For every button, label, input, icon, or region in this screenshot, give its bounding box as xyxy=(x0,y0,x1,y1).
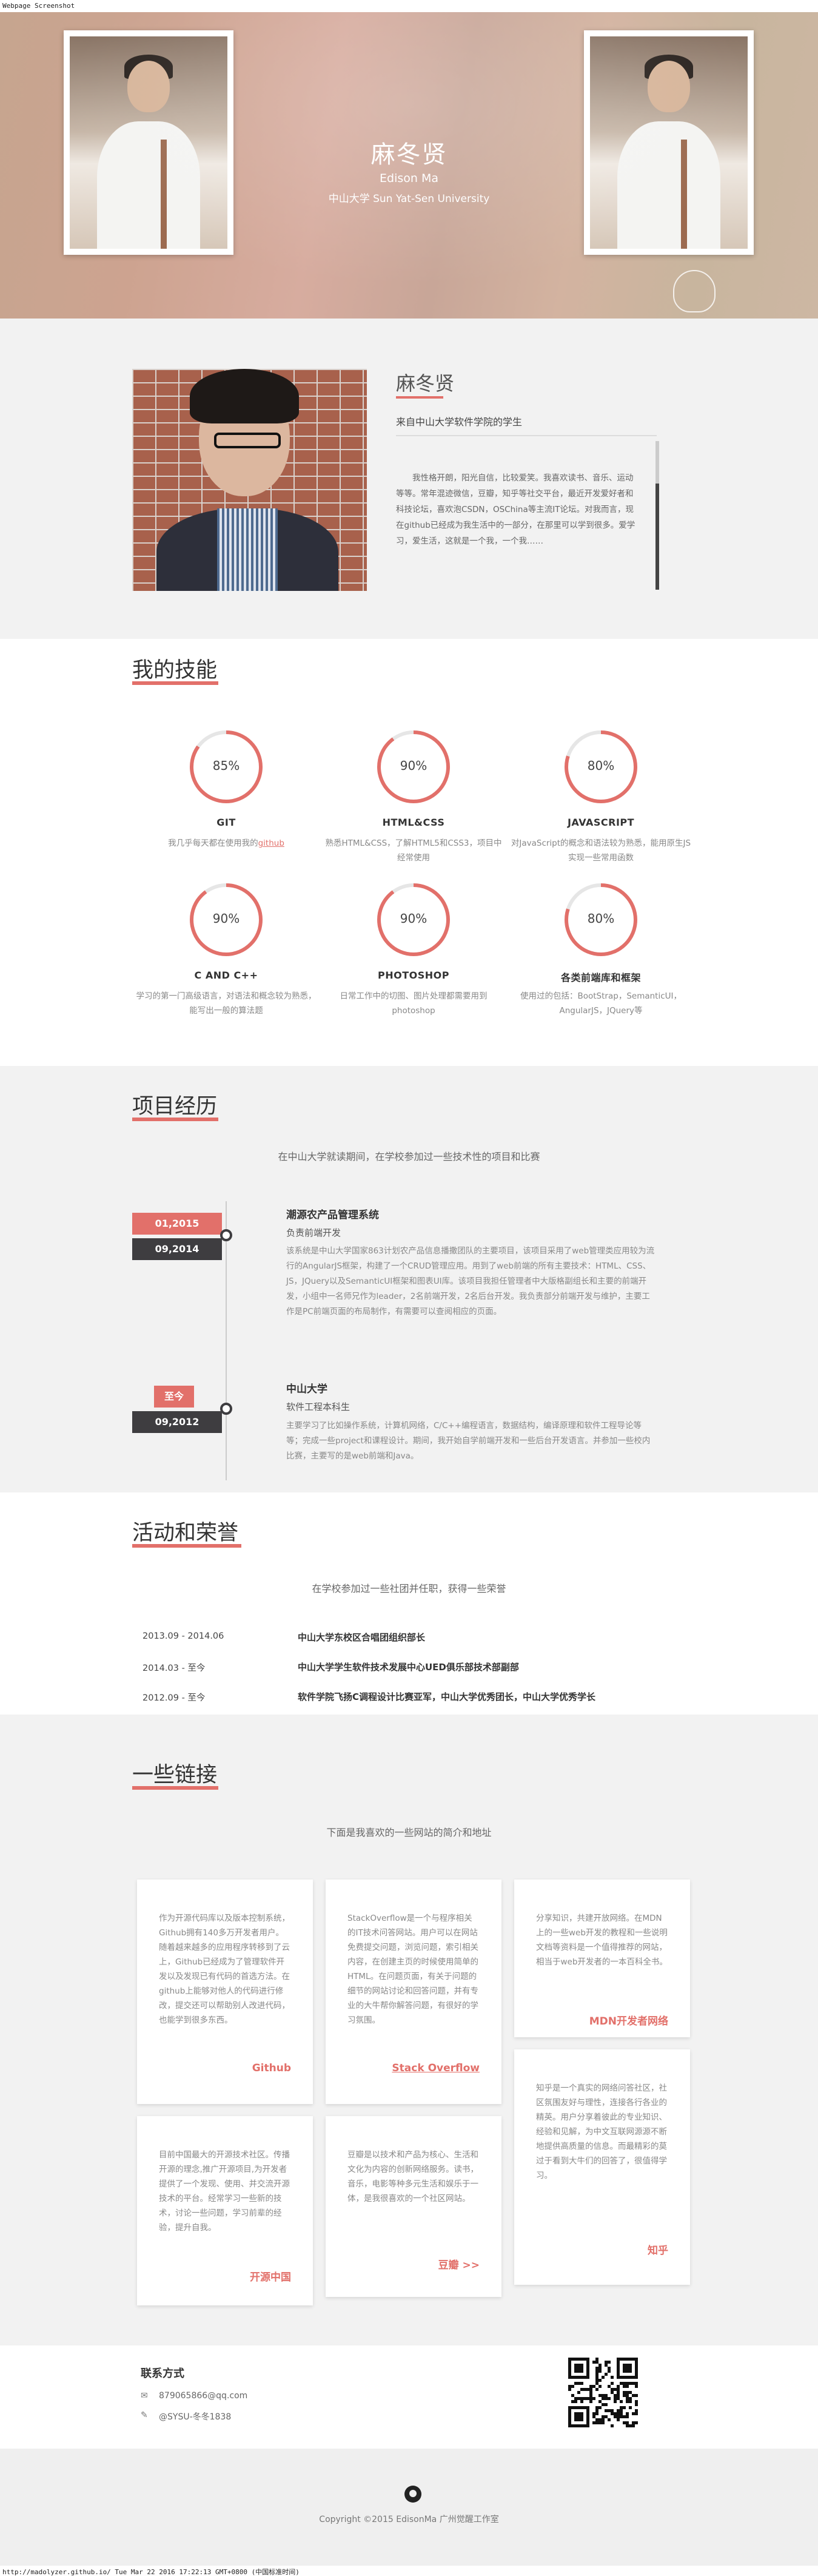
link-card: 目前中国最大的开源技术社区。传播开源的理念,推广开源项目,为开发者提供了一个发现… xyxy=(137,2116,313,2305)
skill-description-text: 日常工作中的切图、图片处理都需要用到photoshop xyxy=(340,991,488,1016)
skill-description-text: 对JavaScript的概念和语法较为熟悉，能用原生JS实现一些常用函数 xyxy=(511,838,691,863)
link-card: 作为开源代码库以及版本控制系统，Github拥有140多万开发者用户。随着越来越… xyxy=(137,1880,313,2104)
skill-name: HTML&CSS xyxy=(382,817,445,828)
skill-name: 各类前端库和框架 xyxy=(560,972,641,983)
projects-subtitle: 在中山大学就读期间，在学校参加过一些技术性的项目和比赛 xyxy=(278,1151,540,1162)
project-title: 潮源农产品管理系统 xyxy=(286,1209,379,1221)
timeline-dot xyxy=(220,1229,232,1241)
mail-icon: ✉ xyxy=(141,2391,148,2401)
skill-description-text: 熟悉HTML&CSS，了解HTML5和CSS3，项目中经常使用 xyxy=(325,838,502,863)
skill-description-text: 使用过的包括：BootStrap，SemanticUI，AngularJS，JQ… xyxy=(520,991,682,1016)
link-card: StackOverflow是一个与程序相关的IT技术问答网站。用户可以在网站免费… xyxy=(326,1880,501,2104)
skill-percent: 90% xyxy=(212,911,240,926)
link-card-text: 目前中国最大的开源技术社区。传播开源的理念,推广开源项目,为开发者提供了一个发现… xyxy=(159,2150,290,2233)
link-card-text: 分享知识，共建开放网络。在MDN上的一些web开发的教程和一些说明文档等资料是一… xyxy=(536,1913,668,1967)
skill-description: 熟悉HTML&CSS，了解HTML5和CSS3，项目中经常使用 xyxy=(323,836,505,865)
links-title-underline xyxy=(132,1786,218,1790)
qr-code xyxy=(568,2358,638,2427)
project-description: 该系统是中山大学国家863计划农产品信息播撒团队的主要项目，该项目采用了web管… xyxy=(286,1246,655,1317)
skill-description: 学习的第一门高级语言，对语法和概念较为熟悉，能写出一般的算法题 xyxy=(135,989,317,1018)
skills-title-underline xyxy=(132,681,218,685)
project-title: 中山大学 xyxy=(286,1383,327,1395)
skill-name: GIT xyxy=(216,817,236,828)
weibo-icon: ✎ xyxy=(141,2410,148,2420)
about-name-underline xyxy=(396,396,443,399)
skill-description: 使用过的包括：BootStrap，SemanticUI，AngularJS，JQ… xyxy=(510,989,692,1018)
github-icon[interactable] xyxy=(404,2486,421,2503)
project-date-start: 至今 xyxy=(154,1386,194,1408)
project-date-end: 09,2012 xyxy=(132,1411,222,1433)
link-mdn[interactable]: MDN开发者网络 xyxy=(589,2012,668,2028)
skill-description-text: 学习的第一门高级语言，对语法和概念较为熟悉，能写出一般的算法题 xyxy=(136,991,317,1016)
skill-description: 对JavaScript的概念和语法较为熟悉，能用原生JS实现一些常用函数 xyxy=(510,836,692,865)
project-role: 负责前端开发 xyxy=(286,1227,341,1238)
divider xyxy=(396,435,657,436)
contact-title: 联系方式 xyxy=(141,2367,184,2380)
hero-english-name: Edison Ma xyxy=(380,172,438,185)
link-zhihu[interactable]: 知乎 xyxy=(648,2242,668,2257)
link-card-text: 作为开源代码库以及版本控制系统，Github拥有140多万开发者用户。随着越来越… xyxy=(159,1913,290,2025)
activities-title: 活动和荣誉 xyxy=(132,1521,239,1545)
link-card: 豆瓣是以技术和产品为核心、生活和文化为内容的创新网络服务。读书，音乐，电影等种多… xyxy=(326,2116,501,2297)
activity-text: 中山大学东校区合唱团组织部长 xyxy=(298,1632,426,1643)
link-github[interactable]: Github xyxy=(252,2062,291,2074)
skill-name: C AND C++ xyxy=(194,969,258,981)
link-oschina[interactable]: 开源中国 xyxy=(250,2268,291,2284)
footer xyxy=(0,2449,818,2566)
skill-description: 我几乎每天都在使用我的github xyxy=(135,836,317,851)
contact-email[interactable]: 879065866@qq.com xyxy=(159,2391,247,2401)
profile-photo xyxy=(132,369,367,591)
activity-text: 软件学院飞扬C调程设计比赛亚军，中山大学优秀团长，中山大学优秀学长 xyxy=(298,1691,596,1702)
skill-name: JAVASCRIPT xyxy=(567,817,635,828)
links-subtitle: 下面是我喜欢的一些网站的简介和地址 xyxy=(326,1827,492,1838)
skill-percent: 80% xyxy=(587,911,615,926)
activities-subtitle: 在学校参加过一些社团并任职，获得一些荣誉 xyxy=(312,1583,506,1594)
screenshot-status: http://madolyzer.github.io/ Tue Mar 22 2… xyxy=(0,2566,818,2576)
hero-university: 中山大学 Sun Yat-Sen University xyxy=(328,193,490,205)
skill-percent: 80% xyxy=(587,758,615,773)
activity-date: 2013.09 - 2014.06 xyxy=(142,1631,224,1641)
scrollbar-thumb[interactable] xyxy=(655,484,659,590)
project-date-end: 09,2014 xyxy=(132,1238,222,1260)
project-description: 主要学习了比如操作系统，计算机网络，C/C++编程语言，数据结构，编译原理和软件… xyxy=(286,1421,651,1461)
hero-name: 麻冬贤 xyxy=(370,141,448,169)
about-from: 来自中山大学软件学院的学生 xyxy=(396,416,523,428)
link-card: 知乎是一个真实的网络问答社区，社区氛围友好与理性，连接各行各业的精英。用户分享着… xyxy=(514,2049,690,2285)
skill-description-text: 我几乎每天都在使用我的 xyxy=(168,838,258,848)
link-card-text: StackOverflow是一个与程序相关的IT技术问答网站。用户可以在网站免费… xyxy=(347,1913,478,2025)
footer-copyright: Copyright ©2015 EdisonMa 广州觉醒工作室 xyxy=(319,2515,499,2524)
skill-description: 日常工作中的切图、图片处理都需要用到photoshop xyxy=(323,989,505,1018)
activity-text: 中山大学学生软件技术发展中心UED俱乐部技术部副部 xyxy=(298,1662,519,1673)
link-card: 分享知识，共建开放网络。在MDN上的一些web开发的教程和一些说明文档等资料是一… xyxy=(514,1880,690,2037)
activity-date: 2012.09 - 至今 xyxy=(142,1693,206,1703)
links-title: 一些链接 xyxy=(132,1763,218,1787)
about-scrollbar[interactable] xyxy=(655,441,659,590)
skill-percent: 85% xyxy=(212,758,240,773)
skill-percent: 90% xyxy=(400,911,427,926)
project-role: 软件工程本科生 xyxy=(286,1401,350,1412)
link-stackoverflow[interactable]: Stack Overflow xyxy=(392,2062,480,2074)
doodle-icon xyxy=(673,270,716,312)
timeline-dot xyxy=(220,1403,232,1415)
project-date-start: 01,2015 xyxy=(132,1213,222,1235)
skills-title: 我的技能 xyxy=(132,658,218,683)
skill-github-link[interactable]: github xyxy=(258,838,284,848)
projects-title: 项目经历 xyxy=(132,1094,218,1119)
timeline-line xyxy=(226,1201,227,1480)
skill-name: PHOTOSHOP xyxy=(378,969,449,981)
screenshot-label: Webpage Screenshot xyxy=(0,0,818,12)
about-name: 麻冬贤 xyxy=(396,372,455,395)
projects-title-underline xyxy=(132,1118,218,1121)
about-description: 我性格开朗，阳光自信，比较爱笑。我喜欢读书、音乐、运动等等。常年混迹微信，豆瓣，… xyxy=(396,473,635,546)
activities-title-underline xyxy=(132,1544,241,1548)
link-card-text: 豆瓣是以技术和产品为核心、生活和文化为内容的创新网络服务。读书，音乐，电影等种多… xyxy=(347,2150,478,2203)
activity-date: 2014.03 - 至今 xyxy=(142,1664,206,1673)
contact-weibo[interactable]: @SYSU-冬冬1838 xyxy=(159,2410,231,2423)
skill-percent: 90% xyxy=(400,758,427,773)
link-douban[interactable]: 豆瓣 >> xyxy=(438,2256,480,2271)
link-card-text: 知乎是一个真实的网络问答社区，社区氛围友好与理性，连接各行各业的精英。用户分享着… xyxy=(536,2083,667,2180)
